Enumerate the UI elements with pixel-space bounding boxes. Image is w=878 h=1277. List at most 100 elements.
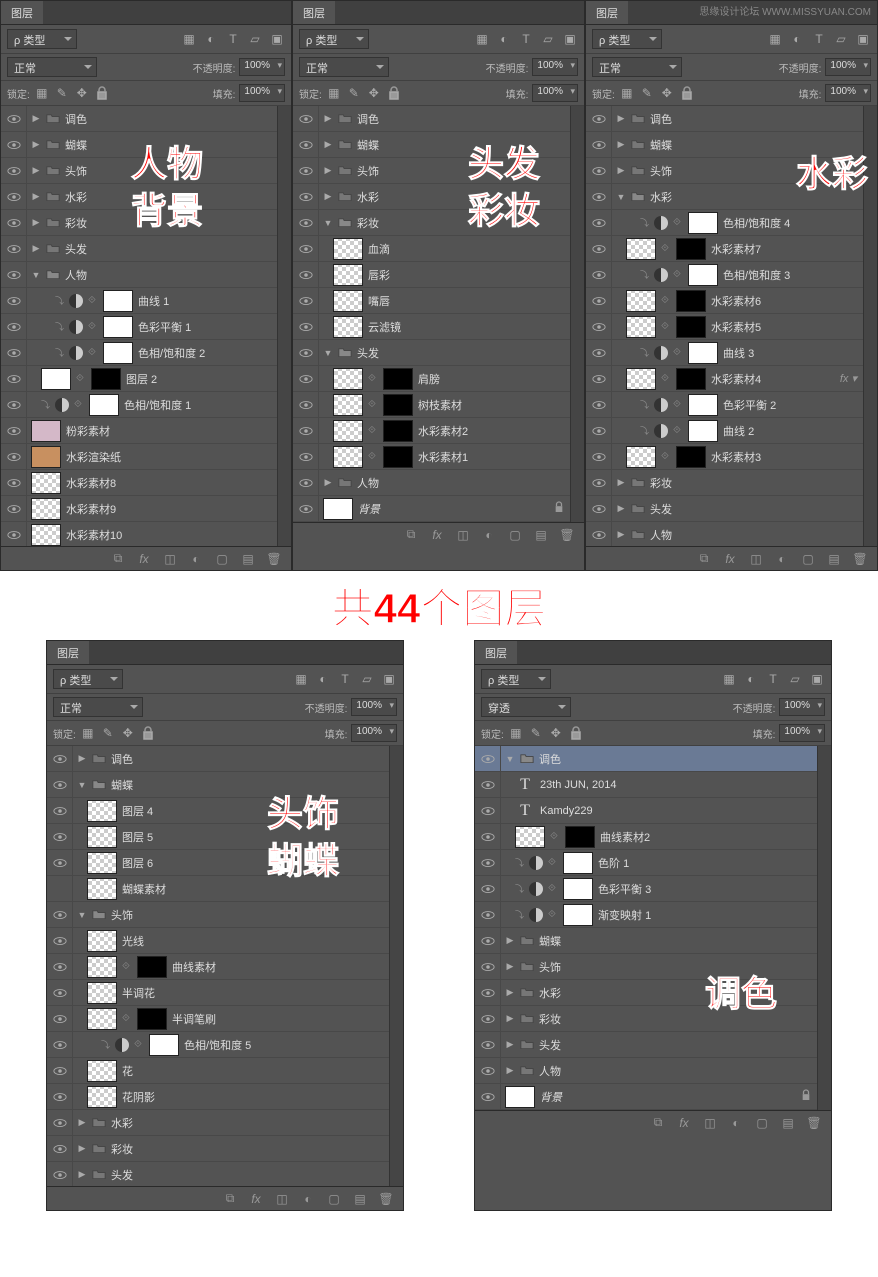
layer-name[interactable]: 图层 4	[122, 803, 153, 819]
visibility-toggle[interactable]	[1, 236, 27, 261]
layer-row[interactable]: ▶头发	[47, 1162, 389, 1186]
layer-row[interactable]: ▶ 人物	[475, 1058, 817, 1084]
expand-toggle[interactable]: ▼	[323, 218, 333, 228]
layer-name[interactable]: Kamdy229	[540, 805, 593, 817]
expand-toggle[interactable]: ▶	[505, 1065, 515, 1076]
layer-row[interactable]: ▶调色	[1, 106, 277, 132]
visibility-toggle[interactable]	[293, 418, 319, 443]
visibility-toggle[interactable]	[475, 876, 501, 901]
expand-toggle[interactable]: ▶	[505, 987, 515, 998]
visibility-toggle[interactable]	[1, 444, 27, 469]
visibility-toggle[interactable]	[475, 772, 501, 797]
expand-toggle[interactable]: ▶	[77, 1143, 87, 1154]
layer-name[interactable]: 调色	[539, 751, 561, 767]
lock-trans-icon[interactable]: ▦	[619, 85, 635, 101]
layer-thumbnail[interactable]	[505, 1086, 535, 1108]
scrollbar[interactable]	[863, 106, 877, 546]
visibility-toggle[interactable]	[293, 106, 319, 131]
layer-name[interactable]: 人物	[65, 267, 87, 283]
expand-toggle[interactable]: ▶	[31, 191, 41, 202]
fx-icon[interactable]: fx	[430, 528, 444, 542]
layer-name[interactable]: 调色	[357, 111, 379, 127]
new-icon[interactable]: ▤	[827, 552, 841, 566]
layer-name[interactable]: 蝴蝶	[65, 137, 87, 153]
layer-name[interactable]: 色彩平衡 3	[598, 881, 651, 897]
filter-type[interactable]: ρ 类型	[299, 29, 369, 49]
layer-row[interactable]: TKamdy229	[475, 798, 817, 824]
layer-name[interactable]: 蝴蝶	[357, 137, 379, 153]
layer-row[interactable]: ▶头饰	[475, 954, 817, 980]
layer-name[interactable]: 蝴蝶素材	[122, 881, 166, 897]
lock-paint-icon[interactable]: ✎	[528, 725, 544, 741]
expand-toggle[interactable]: ▶	[616, 503, 626, 514]
layer-mask[interactable]	[383, 368, 413, 390]
filter-type[interactable]: ρ 类型	[592, 29, 662, 49]
layer-thumbnail[interactable]	[626, 238, 656, 260]
layer-name[interactable]: 色彩平衡 2	[723, 397, 776, 413]
visibility-toggle[interactable]	[47, 902, 73, 927]
layer-name[interactable]: 色相/饱和度 4	[723, 215, 790, 231]
layer-name[interactable]: 水彩素材6	[711, 293, 761, 309]
layer-name[interactable]: 色彩平衡 1	[138, 319, 191, 335]
layer-thumbnail[interactable]	[626, 316, 656, 338]
blend-mode[interactable]: 穿透	[481, 697, 571, 717]
layer-name[interactable]: 头发	[111, 1167, 133, 1183]
layer-row[interactable]: 图层 5	[47, 824, 389, 850]
layer-row[interactable]: ⟐曲线素材2	[475, 824, 817, 850]
layer-mask[interactable]	[91, 368, 121, 390]
visibility-toggle[interactable]	[293, 444, 319, 469]
visibility-toggle[interactable]	[47, 980, 73, 1005]
layer-row[interactable]: ▶头发	[475, 1032, 817, 1058]
expand-toggle[interactable]: ▼	[323, 348, 333, 358]
layer-mask[interactable]	[676, 316, 706, 338]
layer-row[interactable]: ⟐水彩素材1	[293, 444, 570, 470]
layer-row[interactable]: 唇彩	[293, 262, 570, 288]
layer-row[interactable]: ⟐树枝素材	[293, 392, 570, 418]
visibility-toggle[interactable]	[1, 288, 27, 313]
filter-smart-icon[interactable]: ▣	[269, 31, 285, 47]
visibility-toggle[interactable]	[475, 980, 501, 1005]
link-icon[interactable]: ⧉	[697, 552, 711, 566]
layer-name[interactable]: 人物	[539, 1063, 561, 1079]
layer-row[interactable]: ⟐水彩素材6	[586, 288, 863, 314]
expand-toggle[interactable]: ▶	[616, 477, 626, 488]
layer-row[interactable]: ▶彩妆	[475, 1006, 817, 1032]
expand-toggle[interactable]: ▶	[616, 529, 626, 540]
expand-toggle[interactable]: ▶	[323, 477, 333, 488]
layer-thumbnail[interactable]	[87, 1060, 117, 1082]
filter-smart-icon[interactable]: ▣	[809, 671, 825, 687]
layer-name[interactable]: 水彩	[650, 189, 672, 205]
layer-row[interactable]: 蝴蝶素材	[47, 876, 389, 902]
visibility-toggle[interactable]	[293, 210, 319, 235]
opacity-value[interactable]: 100%	[825, 58, 871, 76]
layer-row[interactable]: 花阴影	[47, 1084, 389, 1110]
adjust-icon[interactable]: ◐	[301, 1192, 315, 1206]
scrollbar[interactable]	[817, 746, 831, 1110]
filter-shape-icon[interactable]: ▱	[247, 31, 263, 47]
layer-row[interactable]: ▶头饰	[293, 158, 570, 184]
visibility-toggle[interactable]	[1, 496, 27, 521]
visibility-toggle[interactable]	[586, 470, 612, 495]
layers-tab[interactable]: 图层	[1, 1, 44, 24]
layer-name[interactable]: 光线	[122, 933, 144, 949]
visibility-toggle[interactable]	[475, 850, 501, 875]
filter-shape-icon[interactable]: ▱	[833, 31, 849, 47]
layer-row[interactable]: ▼水彩	[586, 184, 863, 210]
layer-mask[interactable]	[563, 904, 593, 926]
layer-name[interactable]: 水彩	[65, 189, 87, 205]
expand-toggle[interactable]: ▼	[77, 910, 87, 920]
opacity-value[interactable]: 100%	[239, 58, 285, 76]
visibility-toggle[interactable]	[475, 954, 501, 979]
visibility-toggle[interactable]	[586, 366, 612, 391]
lock-move-icon[interactable]: ✥	[659, 85, 675, 101]
visibility-toggle[interactable]	[293, 262, 319, 287]
fx-icon[interactable]: fx	[249, 1192, 263, 1206]
layer-row[interactable]: ▶头发	[1, 236, 277, 262]
layer-thumbnail[interactable]	[87, 878, 117, 900]
layer-row[interactable]: ▶人物	[586, 522, 863, 546]
layer-row[interactable]: ⤵⟐曲线 1	[1, 288, 277, 314]
layer-name[interactable]: 花	[122, 1063, 133, 1079]
layer-row[interactable]: ▶彩妆	[586, 470, 863, 496]
layer-name[interactable]: 水彩	[539, 985, 561, 1001]
expand-toggle[interactable]: ▶	[505, 961, 515, 972]
